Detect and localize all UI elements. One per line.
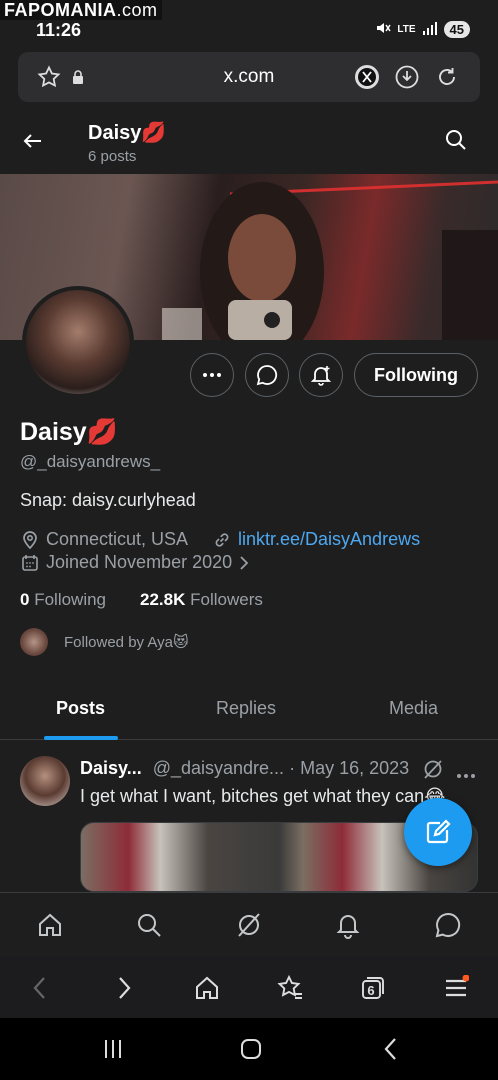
follower-avatar — [20, 628, 48, 656]
profile-header: Daisy💋 6 posts — [0, 110, 498, 174]
search-icon[interactable] — [444, 128, 470, 154]
status-bar: 11:26 LTE 45 — [0, 18, 498, 44]
chevron-right-icon — [240, 555, 249, 570]
tweet-date: · May 16, 2023 — [289, 758, 410, 778]
active-tab-indicator — [44, 736, 118, 740]
following-button[interactable]: Following — [354, 353, 478, 397]
back-arrow-icon[interactable] — [20, 128, 46, 154]
x-site-icon[interactable] — [354, 64, 380, 90]
tweet-avatar[interactable] — [20, 756, 70, 806]
joined-text: Joined November 2020 — [46, 552, 233, 572]
followers-label: Followers — [190, 590, 263, 609]
system-back-icon[interactable] — [376, 1036, 406, 1062]
browser-back-icon[interactable] — [24, 972, 56, 1004]
messages-icon[interactable] — [432, 909, 464, 941]
profile-location: Connecticut, USA — [20, 529, 188, 550]
profile-link[interactable]: linktr.ee/DaisyAndrews — [212, 529, 420, 550]
tweet-text: I get what I want, bitches get what they… — [80, 786, 446, 806]
link-icon — [215, 532, 229, 547]
signal-icon — [422, 21, 438, 38]
compose-icon — [426, 819, 451, 844]
browser-nav-bar: 6 — [0, 956, 498, 1018]
system-home-icon[interactable] — [236, 1036, 266, 1062]
tweet-author-handle: @_daisyandre... — [152, 758, 285, 778]
browser-forward-icon[interactable] — [108, 972, 140, 1004]
tabs-button[interactable]: 6 — [357, 972, 389, 1004]
mute-icon — [375, 20, 391, 39]
status-time: 11:26 — [36, 20, 82, 40]
status-icons: LTE 45 — [375, 20, 470, 39]
profile-joined[interactable]: Joined November 2020 — [20, 552, 250, 573]
following-label: Following — [34, 590, 107, 609]
tweet-header: Daisy... @_daisyandre... · May 16, 2023 — [80, 758, 409, 779]
profile-name: Daisy💋 — [20, 418, 118, 446]
tab-count: 6 — [367, 982, 375, 998]
tweet-author-name[interactable]: Daisy... — [80, 758, 142, 778]
download-icon[interactable] — [394, 64, 420, 90]
calendar-icon — [22, 554, 38, 571]
location-text: Connecticut, USA — [46, 529, 189, 549]
message-button[interactable] — [245, 353, 289, 397]
profile-stats: 0 Following 22.8K Followers — [20, 590, 263, 610]
recent-apps-icon[interactable] — [98, 1036, 128, 1062]
reload-icon[interactable] — [434, 64, 460, 90]
followed-by-text: Followed by Aya😻 — [64, 634, 189, 651]
browser-home-icon[interactable] — [191, 972, 223, 1004]
notify-button[interactable] — [299, 353, 343, 397]
profile-tabs: Posts Replies Media — [0, 686, 498, 740]
app-bottom-nav — [0, 892, 498, 956]
browser-menu-icon[interactable] — [440, 972, 472, 1004]
browser-url-bar[interactable]: x.com — [18, 52, 480, 102]
more-dots-icon — [203, 373, 221, 377]
notifications-icon[interactable] — [332, 909, 364, 941]
home-icon[interactable] — [34, 909, 66, 941]
battery-indicator: 45 — [443, 21, 470, 38]
location-pin-icon — [23, 530, 37, 549]
grok-icon[interactable] — [422, 758, 444, 780]
network-label: LTE — [397, 24, 416, 35]
bookmarks-icon[interactable] — [274, 972, 306, 1004]
more-options-button[interactable] — [190, 353, 234, 397]
message-icon — [256, 365, 278, 386]
header-name: Daisy💋 — [88, 122, 167, 144]
tab-media[interactable]: Media — [389, 698, 438, 719]
profile-avatar[interactable] — [22, 286, 134, 398]
compose-button[interactable] — [404, 798, 472, 866]
followed-by-row[interactable]: Followed by Aya😻 — [20, 628, 189, 656]
system-nav-bar — [0, 1018, 498, 1080]
followers-stat[interactable]: 22.8K Followers — [140, 590, 263, 610]
following-count: 0 — [20, 590, 30, 609]
following-stat[interactable]: 0 Following — [20, 590, 106, 610]
profile-handle: @_daisyandrews_ — [20, 452, 161, 471]
watermark: FAPOMANIA.com — [0, 0, 162, 20]
bell-plus-icon — [310, 366, 332, 386]
followers-count: 22.8K — [140, 590, 186, 609]
grok-nav-icon[interactable] — [233, 909, 265, 941]
tab-posts[interactable]: Posts — [56, 698, 105, 719]
profile-bio: Snap: daisy.curlyhead — [20, 490, 196, 510]
watermark-brand: FAPOMANIA — [4, 0, 117, 20]
tweet-more-icon[interactable] — [456, 766, 476, 778]
watermark-suffix: .com — [116, 0, 158, 20]
link-text[interactable]: linktr.ee/DaisyAndrews — [238, 529, 420, 550]
header-posts-count: 6 posts — [88, 148, 137, 165]
tab-replies[interactable]: Replies — [216, 698, 276, 719]
explore-search-icon[interactable] — [133, 909, 165, 941]
